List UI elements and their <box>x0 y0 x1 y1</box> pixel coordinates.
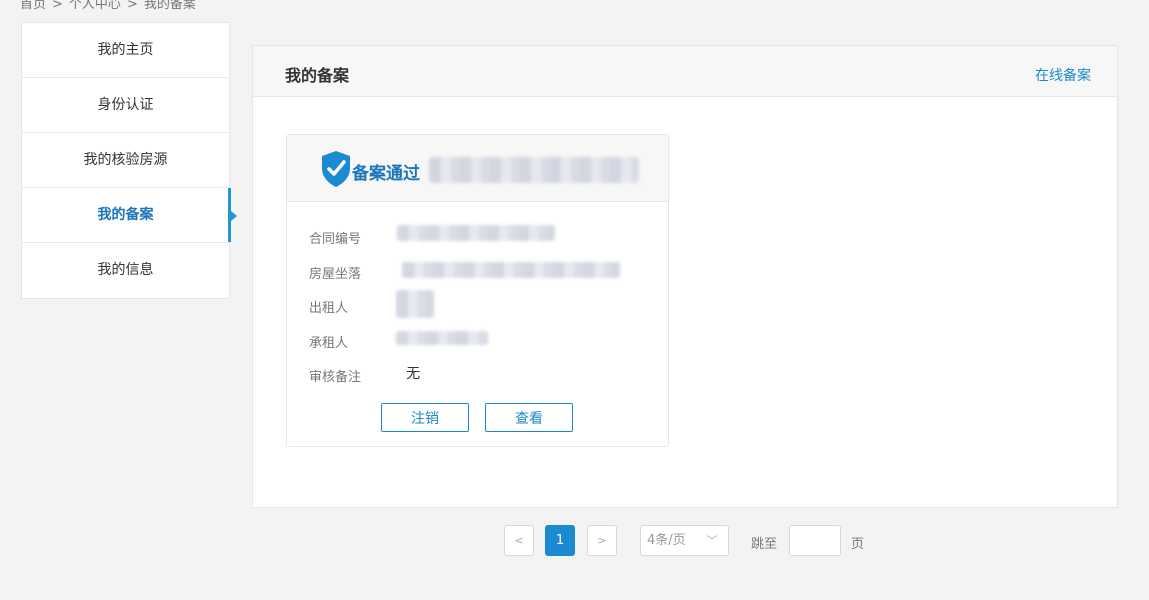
online-filing-link[interactable]: 在线备案 <box>1035 65 1091 85</box>
row-contract-number: 合同编号 <box>309 228 402 247</box>
filing-panel: 我的备案 在线备案 备案通过 合同编号 房屋坐落 出租人 承租人 审核备注 无 … <box>252 45 1118 508</box>
page-unit-label: 页 <box>851 537 865 552</box>
redacted-filing-id <box>429 157 639 183</box>
sidebar-item-home[interactable]: 我的主页 <box>22 23 229 78</box>
filing-status: 备案通过 <box>352 164 420 184</box>
sidebar-item-my-filings[interactable]: 我的备案 <box>22 188 237 243</box>
row-label: 承租人 <box>309 336 349 351</box>
filing-card: 备案通过 合同编号 房屋坐落 出租人 承租人 审核备注 无 注销 查看 <box>286 134 669 447</box>
redacted-lessee <box>396 331 488 345</box>
chevron-down-icon: ﹀ <box>705 534 718 548</box>
breadcrumb-separator: > <box>52 0 63 12</box>
redacted-property-location <box>402 262 620 278</box>
jump-page-input[interactable] <box>789 525 841 556</box>
page-size-value: 4条/页 <box>647 533 686 548</box>
row-property-location: 房屋坐落 <box>309 263 402 282</box>
shield-check-icon <box>322 151 350 187</box>
jump-label: 跳至 <box>751 537 778 552</box>
row-value: 无 <box>406 366 421 382</box>
pagination: < 1 > 4条/页 ﹀ 跳至 页 <box>0 525 1149 557</box>
panel-header: 我的备案 在线备案 <box>253 46 1117 97</box>
redacted-lessor <box>396 290 434 318</box>
cancel-button[interactable]: 注销 <box>381 403 469 432</box>
sidebar-item-verified-listings[interactable]: 我的核验房源 <box>22 133 229 188</box>
view-button[interactable]: 查看 <box>485 403 573 432</box>
breadcrumb-current: 我的备案 <box>143 0 196 12</box>
sidebar-item-identity[interactable]: 身份认证 <box>22 78 229 133</box>
page-size-select[interactable]: 4条/页 ﹀ <box>640 525 729 556</box>
row-lessee: 承租人 <box>309 332 402 351</box>
card-header: 备案通过 <box>287 135 668 202</box>
breadcrumb-home[interactable]: 首页 <box>20 0 46 12</box>
breadcrumb-personal-center[interactable]: 个人中心 <box>69 0 121 12</box>
sidebar-item-my-info[interactable]: 我的信息 <box>22 243 229 298</box>
row-label: 合同编号 <box>309 232 362 247</box>
next-page-button[interactable]: > <box>587 525 617 556</box>
page-title: 我的备案 <box>285 66 350 85</box>
row-label: 出租人 <box>309 301 349 316</box>
row-review-note: 审核备注 无 <box>309 366 420 386</box>
sidebar: 我的主页 身份认证 我的核验房源 我的备案 我的信息 <box>21 22 237 299</box>
prev-page-button[interactable]: < <box>504 525 534 556</box>
page-number-current[interactable]: 1 <box>545 525 575 556</box>
breadcrumb-separator: > <box>126 0 138 12</box>
row-lessor: 出租人 <box>309 297 402 316</box>
row-label: 房屋坐落 <box>309 267 362 282</box>
row-label: 审核备注 <box>309 370 362 385</box>
breadcrumb: 首页 > 个人中心 > 我的备案 <box>20 0 196 12</box>
redacted-contract-number <box>397 225 555 241</box>
